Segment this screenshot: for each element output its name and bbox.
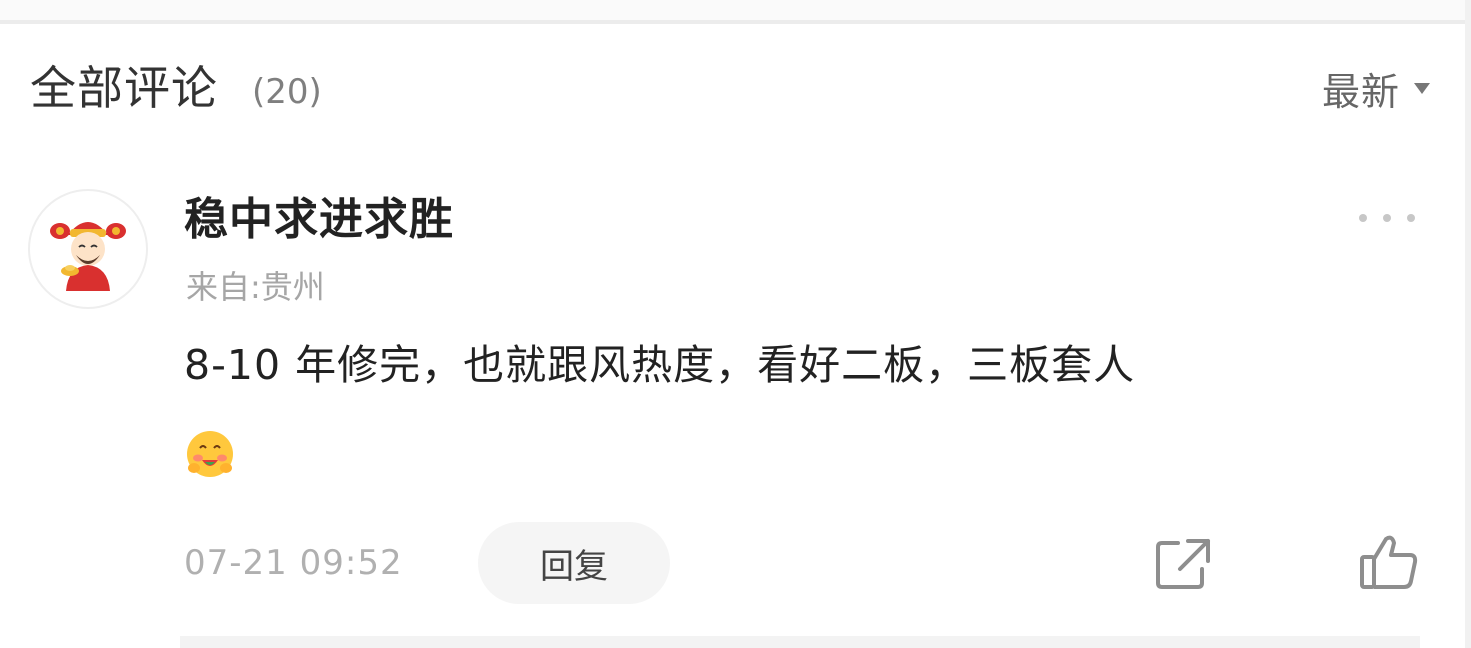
top-divider: [0, 20, 1471, 24]
god-of-wealth-avatar: [50, 222, 126, 291]
more-options-button[interactable]: [1359, 203, 1415, 233]
sort-dropdown[interactable]: 最新: [1322, 62, 1430, 114]
comments-title: 全部评论: [30, 61, 218, 115]
thumbs-up-icon: [1360, 535, 1418, 589]
comment-divider: [180, 636, 1420, 648]
more-dots-icon: [1407, 214, 1415, 222]
yum-face-emoji: [187, 431, 233, 477]
caret-down-icon: [1414, 82, 1430, 94]
sort-label: 最新: [1321, 69, 1400, 114]
top-band: [0, 0, 1471, 20]
username[interactable]: 稳中求进求胜: [184, 191, 454, 249]
comment-item: 稳中求进求胜 来自:贵州 8-10 年修完，也就跟风热度，看好二板，三板套人 0…: [0, 185, 1471, 648]
reply-button[interactable]: 回复: [478, 522, 670, 604]
comments-page: 全部评论 (20) 最新 稳中求进求胜 来自:贵州 8-10 年修完，也就跟风热…: [0, 0, 1471, 648]
more-dots-icon: [1359, 214, 1367, 222]
more-dots-icon: [1383, 214, 1391, 222]
comment-text: 8-10 年修完，也就跟风热度，看好二板，三板套人: [184, 341, 1136, 389]
comments-count: (20): [252, 72, 322, 112]
share-button[interactable]: [1152, 533, 1216, 593]
like-button[interactable]: [1356, 531, 1422, 593]
comments-header: 全部评论 (20) 最新: [30, 52, 1430, 122]
share-icon: [1156, 539, 1210, 589]
comment-timestamp: 07-21 09:52: [184, 543, 403, 583]
location-label: 来自:贵州: [186, 268, 325, 306]
avatar[interactable]: [28, 189, 148, 309]
